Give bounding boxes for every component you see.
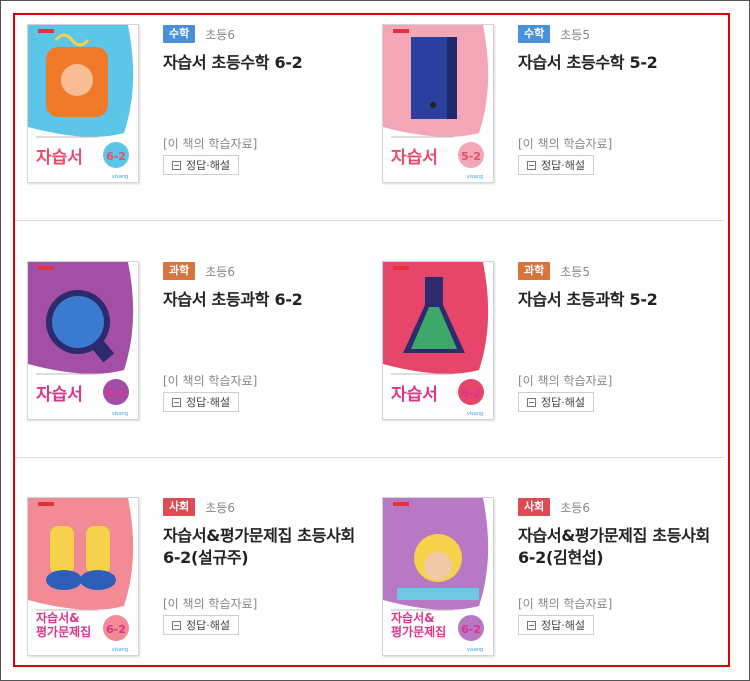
grade-label: 초등5 (560, 27, 590, 42)
book-item: 자습서 5-2 visang 과학 초등5 자습서 초등과학 5-2 [이 책의… (382, 261, 722, 426)
book-item: 자습서& 평가문제집 6-2 visang 사회 초등6 자습서&평가문제집 초등… (27, 497, 367, 662)
learning-resources-link[interactable]: [이 책의 학습자료] (518, 595, 612, 612)
subject-badge: 사회 (518, 498, 551, 516)
grade-label: 초등6 (205, 264, 235, 279)
subject-badge: 과학 (163, 262, 196, 280)
book-info: 사회 초등6 자습서&평가문제집 초등사회 6-2(설규주) (163, 497, 373, 569)
book-cover-art: 자습서&평가문제집 6-2 visang (383, 498, 493, 655)
book-cover-art: 자습서 6-2 visang (28, 25, 138, 182)
badge-row: 과학 초등5 (518, 261, 728, 281)
answer-explanation-button[interactable]: 정답·해설 (163, 155, 239, 175)
svg-text:visang: visang (467, 411, 483, 417)
book-cover-art: 자습서&평가문제집 6-2 visang (28, 498, 138, 655)
svg-text:5-2: 5-2 (461, 150, 481, 163)
answer-button-label: 정답·해설 (186, 159, 230, 172)
subject-badge: 수학 (518, 25, 551, 43)
svg-text:visang: visang (112, 174, 128, 180)
grade-label: 초등6 (560, 500, 590, 515)
book-item: 자습서 6-2 visang 수학 초등6 자습서 초등수학 6-2 [이 책의… (27, 24, 367, 189)
book-item: 자습서 5-2 visang 수학 초등5 자습서 초등수학 5-2 [이 책의… (382, 24, 722, 189)
svg-text:6-2: 6-2 (106, 623, 126, 636)
book-title[interactable]: 자습서&평가문제집 초등사회 6-2(김현섭) (518, 525, 728, 569)
learning-resources-link[interactable]: [이 책의 학습자료] (163, 135, 257, 152)
book-item: 자습서 6-2 visang 과학 초등6 자습서 초등과학 6-2 [이 책의… (27, 261, 367, 426)
book-cover[interactable]: 자습서 6-2 visang (27, 261, 139, 420)
badge-row: 수학 초등6 (163, 24, 373, 44)
svg-text:visang: visang (112, 411, 128, 417)
book-title[interactable]: 자습서 초등수학 6-2 (163, 52, 373, 74)
badge-row: 수학 초등5 (518, 24, 728, 44)
answer-button-label: 정답·해설 (541, 159, 585, 172)
answer-button-label: 정답·해설 (541, 619, 585, 632)
badge-row: 사회 초등6 (163, 497, 373, 517)
learning-resources-link[interactable]: [이 책의 학습자료] (518, 135, 612, 152)
svg-text:자습서: 자습서 (36, 385, 83, 405)
document-icon (172, 620, 181, 630)
learning-resources-link[interactable]: [이 책의 학습자료] (163, 372, 257, 389)
book-cover-art: 자습서 5-2 visang (383, 25, 493, 182)
document-icon (527, 620, 536, 630)
learning-resources-link[interactable]: [이 책의 학습자료] (163, 595, 257, 612)
subject-badge: 사회 (163, 498, 196, 516)
svg-text:자습서: 자습서 (36, 148, 83, 168)
document-icon (172, 160, 181, 170)
answer-explanation-button[interactable]: 정답·해설 (518, 392, 594, 412)
answer-explanation-button[interactable]: 정답·해설 (518, 155, 594, 175)
svg-text:visang: visang (467, 647, 483, 653)
svg-text:visang: visang (112, 647, 128, 653)
svg-text:6-2: 6-2 (106, 387, 126, 400)
book-cover[interactable]: 자습서 5-2 visang (382, 24, 494, 183)
book-info: 사회 초등6 자습서&평가문제집 초등사회 6-2(김현섭) (518, 497, 728, 569)
svg-text:자습서&: 자습서& (36, 610, 80, 625)
book-title[interactable]: 자습서 초등과학 5-2 (518, 289, 728, 311)
badge-row: 과학 초등6 (163, 261, 373, 281)
svg-text:자습서: 자습서 (391, 148, 438, 168)
book-title[interactable]: 자습서&평가문제집 초등사회 6-2(설규주) (163, 525, 373, 569)
grade-label: 초등6 (205, 500, 235, 515)
row-divider (15, 220, 724, 221)
book-cover[interactable]: 자습서& 평가문제집 6-2 visang (27, 497, 139, 656)
answer-button-label: 정답·해설 (186, 619, 230, 632)
book-info: 수학 초등5 자습서 초등수학 5-2 (518, 24, 728, 74)
answer-explanation-button[interactable]: 정답·해설 (163, 392, 239, 412)
row-divider (15, 457, 724, 458)
book-info: 과학 초등5 자습서 초등과학 5-2 (518, 261, 728, 311)
badge-row: 사회 초등6 (518, 497, 728, 517)
book-cover[interactable]: 자습서& 평가문제집 6-2 visang (382, 497, 494, 656)
svg-text:5-2: 5-2 (461, 387, 481, 400)
book-cover[interactable]: 자습서 5-2 visang (382, 261, 494, 420)
learning-resources-link[interactable]: [이 책의 학습자료] (518, 372, 612, 389)
book-title[interactable]: 자습서 초등과학 6-2 (163, 289, 373, 311)
subject-badge: 수학 (163, 25, 196, 43)
book-info: 과학 초등6 자습서 초등과학 6-2 (163, 261, 373, 311)
document-icon (172, 397, 181, 407)
svg-text:자습서&: 자습서& (391, 610, 435, 625)
svg-text:6-2: 6-2 (461, 623, 481, 636)
document-icon (527, 397, 536, 407)
book-item: 자습서& 평가문제집 6-2 visang 사회 초등6 자습서&평가문제집 초등… (382, 497, 722, 662)
grade-label: 초등5 (560, 264, 590, 279)
book-cover-art: 자습서 6-2 visang (28, 262, 138, 419)
book-cover-art: 자습서 5-2 visang (383, 262, 493, 419)
answer-button-label: 정답·해설 (541, 396, 585, 409)
svg-text:평가문제집: 평가문제집 (391, 624, 446, 639)
book-title[interactable]: 자습서 초등수학 5-2 (518, 52, 728, 74)
svg-text:6-2: 6-2 (106, 150, 126, 163)
document-icon (527, 160, 536, 170)
svg-text:visang: visang (467, 174, 483, 180)
book-info: 수학 초등6 자습서 초등수학 6-2 (163, 24, 373, 74)
grade-label: 초등6 (205, 27, 235, 42)
svg-text:자습서: 자습서 (391, 385, 438, 405)
answer-explanation-button[interactable]: 정답·해설 (518, 615, 594, 635)
book-cover[interactable]: 자습서 6-2 visang (27, 24, 139, 183)
answer-button-label: 정답·해설 (186, 396, 230, 409)
svg-text:평가문제집: 평가문제집 (36, 624, 91, 639)
subject-badge: 과학 (518, 262, 551, 280)
answer-explanation-button[interactable]: 정답·해설 (163, 615, 239, 635)
